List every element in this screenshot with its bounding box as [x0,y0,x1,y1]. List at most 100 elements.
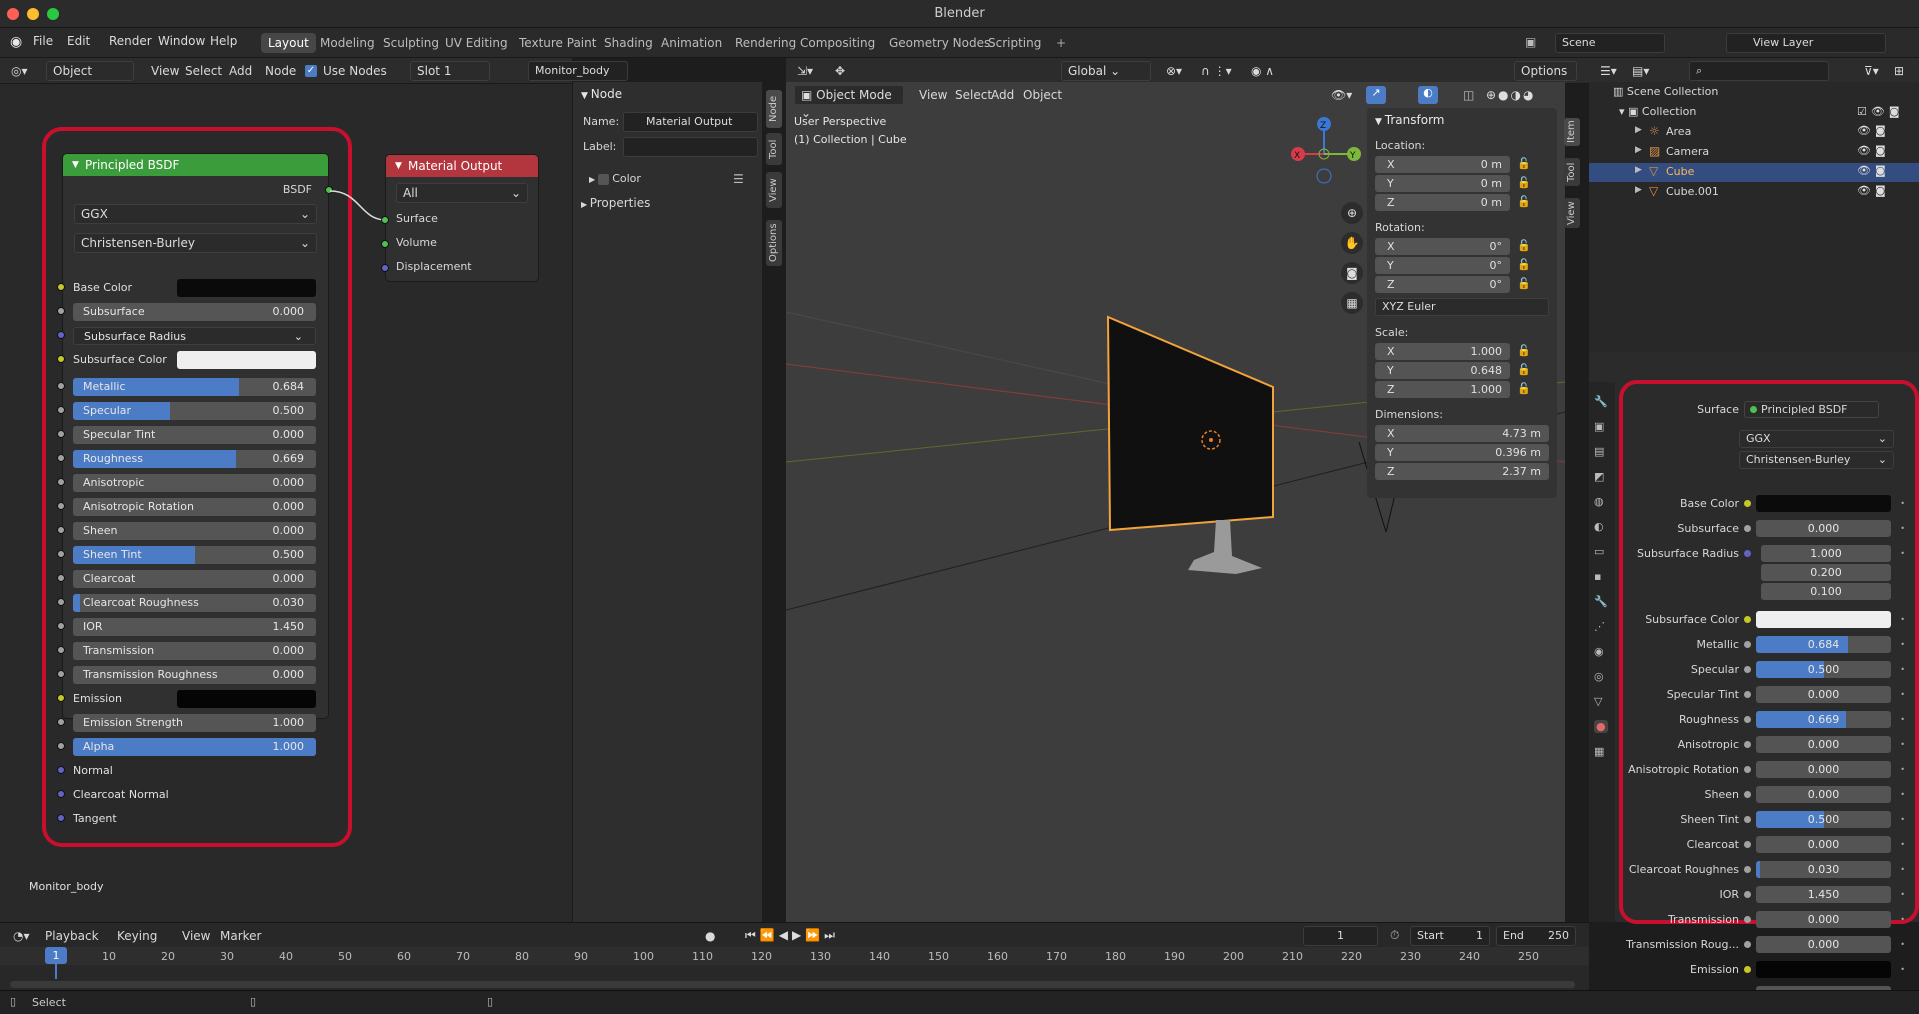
rotation-z-field[interactable]: Z 0° [1375,276,1510,293]
prop-subsurface-radius-keyframe-icon[interactable]: • [1900,549,1905,558]
prop-subsurface-keyframe-icon[interactable]: • [1900,524,1905,533]
anisotropic-rotation-socket[interactable] [57,502,65,510]
prop-sheen-socket-icon[interactable] [1744,791,1751,798]
prop-clearcoat-roughnes-slider[interactable]: 0.030 [1756,861,1891,878]
node-label-field[interactable] [623,137,758,157]
outliner-item-camera[interactable]: ▶ ▨ Camera 👁◙ [1589,143,1919,162]
subsurface-radius-socket[interactable] [57,331,65,339]
visibility-icons[interactable]: 👁◙ [1857,184,1890,197]
prop-subsurface-socket-icon[interactable] [1744,525,1751,532]
prop-specular-tint-slider[interactable]: 0.000 [1756,686,1891,703]
scale-lock-icon[interactable]: 🔓 [1517,344,1531,357]
prop-base-color-swatch[interactable] [1756,495,1891,512]
display-mode-icon[interactable]: ▤▾ [1627,61,1654,81]
prop-subsurface-color-swatch[interactable] [1756,611,1891,628]
pivot-icon[interactable]: ⊗▾ [1161,61,1187,81]
workspace-tab-shading[interactable]: Shading [597,33,660,53]
timeline-editor-icon[interactable]: ◔▾ [8,926,35,946]
expand-arrow-icon[interactable]: ▶ [1635,125,1642,135]
expand-arrow-icon[interactable]: ▶ [1635,165,1642,175]
filter-icon[interactable]: ⊽▾ [1859,61,1884,81]
timeline-menu-view[interactable]: View [177,926,215,946]
location-lock-icon[interactable]: 🔓 [1517,176,1531,189]
prop-clearcoat-keyframe-icon[interactable]: • [1900,840,1905,849]
color-subpanel[interactable]: ▶ Color [589,172,641,185]
expand-arrow-icon[interactable]: ▶ [1635,185,1642,195]
output-target-dropdown[interactable]: All ⌄ [396,183,528,203]
playback-controls[interactable]: ⏮⏪◀▶⏩⏭ [745,928,839,943]
current-frame-field[interactable]: 1 [1303,926,1378,946]
prop-roughness-slider[interactable]: 0.669 [1756,711,1891,728]
menu-render[interactable]: Render [109,34,152,48]
ior-socket[interactable] [57,622,65,630]
end-frame-field[interactable]: End 250 [1496,926,1576,946]
prop-subsurface-radius-2-field[interactable]: 0.100 [1761,583,1891,600]
prop-roughness-keyframe-icon[interactable]: • [1900,715,1905,724]
properties-tab-2-icon[interactable]: ▤ [1594,445,1604,458]
scale-x-field[interactable]: X 1.000 [1375,343,1510,360]
playhead[interactable]: 1 [45,947,67,964]
add-workspace-button[interactable]: + [1049,33,1073,53]
outliner-item-cube-001[interactable]: ▶ ▽ Cube.001 👁◙ [1589,183,1919,202]
prop-transmission-roug----keyframe-icon[interactable]: • [1900,940,1905,949]
rotation-lock-icon[interactable]: 🔓 [1517,239,1531,252]
tab-node[interactable]: Node [766,90,782,128]
node-name-field[interactable]: Material Output [623,112,758,132]
grid-view-icon[interactable]: ▦ [1341,292,1363,314]
location-lock-icon[interactable]: 🔓 [1517,195,1531,208]
properties-tab-10-icon[interactable]: ◉ [1594,645,1604,658]
volume-socket[interactable] [381,240,389,248]
subsurface-color-swatch[interactable] [177,351,316,369]
prop-sheen-keyframe-icon[interactable]: • [1900,790,1905,799]
prop-clearcoat-roughnes-keyframe-icon[interactable]: • [1900,865,1905,874]
prop-subsurface-color-keyframe-icon[interactable]: • [1900,615,1905,624]
properties-tab-12-icon[interactable]: ▽ [1594,695,1602,708]
properties-tab-14-icon[interactable]: ▦ [1594,745,1604,758]
scene-selector[interactable]: Scene [1555,33,1665,53]
rotation-y-field[interactable]: Y 0° [1375,257,1510,274]
pan-hand-icon[interactable]: ✋ [1341,232,1363,254]
prop-anisotropic-rotation-socket-icon[interactable] [1744,766,1751,773]
prop-transmission-roug----slider[interactable]: 0.000 [1756,936,1891,953]
prop-ior-keyframe-icon[interactable]: • [1900,890,1905,899]
prop-anisotropic-socket-icon[interactable] [1744,741,1751,748]
prop-transmission-keyframe-icon[interactable]: • [1900,915,1905,924]
surface-shader-selector[interactable]: Principled BSDF [1744,401,1879,418]
camera-view-icon[interactable]: ◙ [1341,262,1363,284]
prop-sheen-slider[interactable]: 0.000 [1756,786,1891,803]
menu-file[interactable]: File [33,34,53,48]
rotation-mode-dropdown[interactable]: XYZ Euler [1375,298,1549,316]
prop-specular-socket-icon[interactable] [1744,666,1751,673]
ior-slider[interactable]: IOR 1.450 [73,618,316,636]
metallic-slider[interactable]: Metallic 0.684 [73,378,316,396]
tab-view-viewport[interactable]: View [1564,198,1580,228]
specular-slider[interactable]: Specular 0.500 [73,402,316,420]
emission-strength-socket[interactable] [57,718,65,726]
properties-tab-3-icon[interactable]: ◩ [1594,470,1604,483]
node-panel-header[interactable]: ▼ Node [581,87,622,101]
prop-transmission-socket-icon[interactable] [1744,916,1751,923]
workspace-tab-geometry-nodes[interactable]: Geometry Nodes [882,33,997,53]
blender-logo-icon[interactable]: ◉ [10,34,22,50]
properties-tab-8-icon[interactable]: 🔧 [1594,595,1608,608]
subsurface-color-socket[interactable] [57,355,65,363]
properties-subsurface-method-dropdown[interactable]: Christensen-Burley ⌄ [1739,451,1894,469]
location-y-field[interactable]: Y 0 m [1375,175,1510,192]
dimensions-x-field[interactable]: X 4.73 m [1375,425,1549,442]
prop-specular-keyframe-icon[interactable]: • [1900,665,1905,674]
workspace-tab-modeling[interactable]: Modeling [313,33,382,53]
anisotropic-socket[interactable] [57,478,65,486]
rotation-x-field[interactable]: X 0° [1375,238,1510,255]
subsurface-socket[interactable] [57,307,65,315]
dimensions-z-field[interactable]: Z 2.37 m [1375,463,1549,480]
outliner-search-input[interactable]: ⌕ [1689,61,1829,81]
prop-sheen-tint-slider[interactable]: 0.500 [1756,811,1891,828]
visibility-icons[interactable]: 👁◙ [1857,144,1890,157]
outliner-item-cube[interactable]: ▶ ▽ Cube 👁◙ [1589,163,1919,182]
subsurface-radius-dropdown[interactable]: Subsurface Radius ⌄ [73,327,316,345]
surface-socket[interactable] [381,216,389,224]
transform-panel-header[interactable]: ▼ Transform [1375,113,1445,127]
workspace-tab-compositing[interactable]: Compositing [793,33,882,53]
view-layer-selector[interactable]: View Layer [1726,33,1886,53]
scale-y-field[interactable]: Y 0.648 [1375,362,1510,379]
